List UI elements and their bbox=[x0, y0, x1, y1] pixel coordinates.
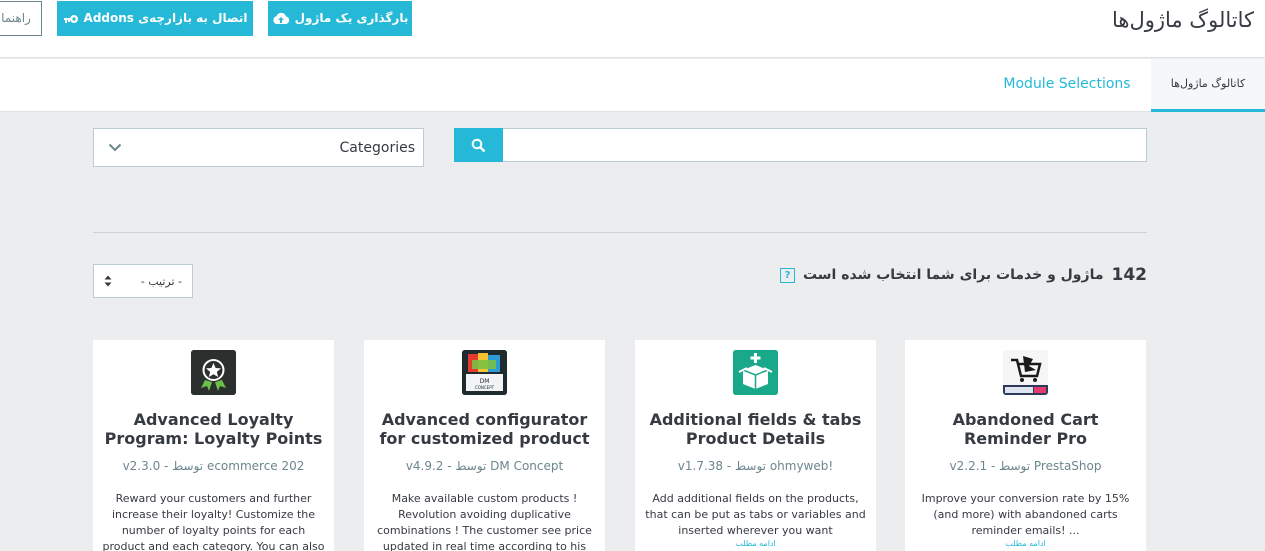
module-card[interactable]: Advanced Loyalty Program: Loyalty Points… bbox=[93, 340, 334, 551]
tab-module-catalog[interactable]: کاتالوگ ماژول‌ها bbox=[1151, 59, 1265, 112]
connect-addons-label: اتصال به بازارچه‌ی Addons bbox=[83, 11, 248, 25]
page-title: کاتالوگ ماژول‌ها bbox=[1111, 8, 1254, 32]
search-icon bbox=[471, 138, 486, 152]
sort-label: - ترتیب - bbox=[140, 274, 182, 288]
module-description: Reward your customers and further increa… bbox=[101, 491, 326, 551]
module-description-text: Reward your customers and further increa… bbox=[102, 492, 325, 551]
module-description: Add additional fields on the products, t… bbox=[643, 491, 868, 549]
module-card[interactable]: DM CONCEPT Advanced configurator for cus… bbox=[364, 340, 605, 551]
sort-arrows-icon bbox=[104, 275, 112, 287]
module-title[interactable]: Additional fields & tabs Product Details bbox=[641, 410, 870, 448]
module-card[interactable]: Additional fields & tabs Product Details… bbox=[635, 340, 876, 551]
module-description-text: Make available custom products ! Revolut… bbox=[377, 492, 592, 551]
help-button[interactable]: راهنما bbox=[0, 1, 42, 36]
module-description: Improve your conversion rate by 15% (and… bbox=[913, 491, 1138, 549]
module-meta: v1.7.38 - توسط ohmyweb! bbox=[677, 459, 834, 473]
configurator-icon: DM CONCEPT bbox=[462, 350, 507, 395]
page-header: راهنما اتصال به بازارچه‌ی Addons بارگذار… bbox=[0, 0, 1265, 58]
sort-dropdown[interactable]: - ترتیب - bbox=[93, 264, 193, 298]
cloud-upload-icon bbox=[273, 12, 289, 24]
read-more-link[interactable]: ادامه مطلب bbox=[913, 539, 1138, 549]
help-question-icon[interactable]: ? bbox=[779, 267, 795, 283]
results-text: ماژول و خدمات برای شما انتخاب شده است bbox=[802, 267, 1104, 283]
module-description-text: Add additional fields on the products, t… bbox=[645, 492, 866, 537]
results-count: 142 bbox=[1111, 265, 1148, 285]
svg-text:DM: DM bbox=[480, 378, 490, 385]
module-card[interactable]: Abandoned Cart Reminder Pro v2.2.1 - توس… bbox=[905, 340, 1146, 551]
upload-module-button[interactable]: بارگذاری یک ماژول bbox=[268, 1, 412, 36]
tabs-bar: کاتالوگ ماژول‌ها Module Selections bbox=[0, 59, 1265, 112]
results-summary: 142 ماژول و خدمات برای شما انتخاب شده اس… bbox=[779, 265, 1148, 285]
divider bbox=[93, 232, 1147, 233]
tab-module-selections[interactable]: Module Selections bbox=[1002, 59, 1132, 112]
connect-addons-button[interactable]: اتصال به بازارچه‌ی Addons bbox=[57, 1, 253, 36]
chevron-down-icon bbox=[108, 143, 122, 152]
module-title[interactable]: Abandoned Cart Reminder Pro bbox=[911, 410, 1140, 448]
box-plus-icon bbox=[733, 350, 778, 395]
upload-module-label: بارگذاری یک ماژول bbox=[294, 11, 409, 25]
module-meta: v4.9.2 - توسط DM Concept bbox=[405, 459, 564, 473]
search-input[interactable] bbox=[503, 128, 1147, 162]
abandoned-cart-icon bbox=[1003, 350, 1048, 395]
read-more-link[interactable]: ادامه مطلب bbox=[643, 539, 868, 549]
module-title[interactable]: Advanced Loyalty Program: Loyalty Points bbox=[99, 410, 328, 448]
loyalty-star-icon bbox=[191, 350, 236, 395]
module-meta: v2.3.0 - توسط ecommerce 202 bbox=[122, 459, 305, 473]
module-description: Make available custom products ! Revolut… bbox=[372, 491, 597, 551]
module-meta: v2.2.1 - توسط PrestaShop bbox=[949, 459, 1102, 473]
categories-dropdown[interactable]: Categories bbox=[93, 128, 424, 167]
module-description-text: Improve your conversion rate by 15% (and… bbox=[921, 492, 1130, 537]
key-icon bbox=[63, 14, 78, 23]
module-title[interactable]: Advanced configurator for customized pro… bbox=[370, 410, 599, 448]
search-button[interactable] bbox=[454, 128, 503, 162]
svg-text:CONCEPT: CONCEPT bbox=[475, 385, 495, 390]
categories-label: Categories bbox=[339, 139, 415, 156]
